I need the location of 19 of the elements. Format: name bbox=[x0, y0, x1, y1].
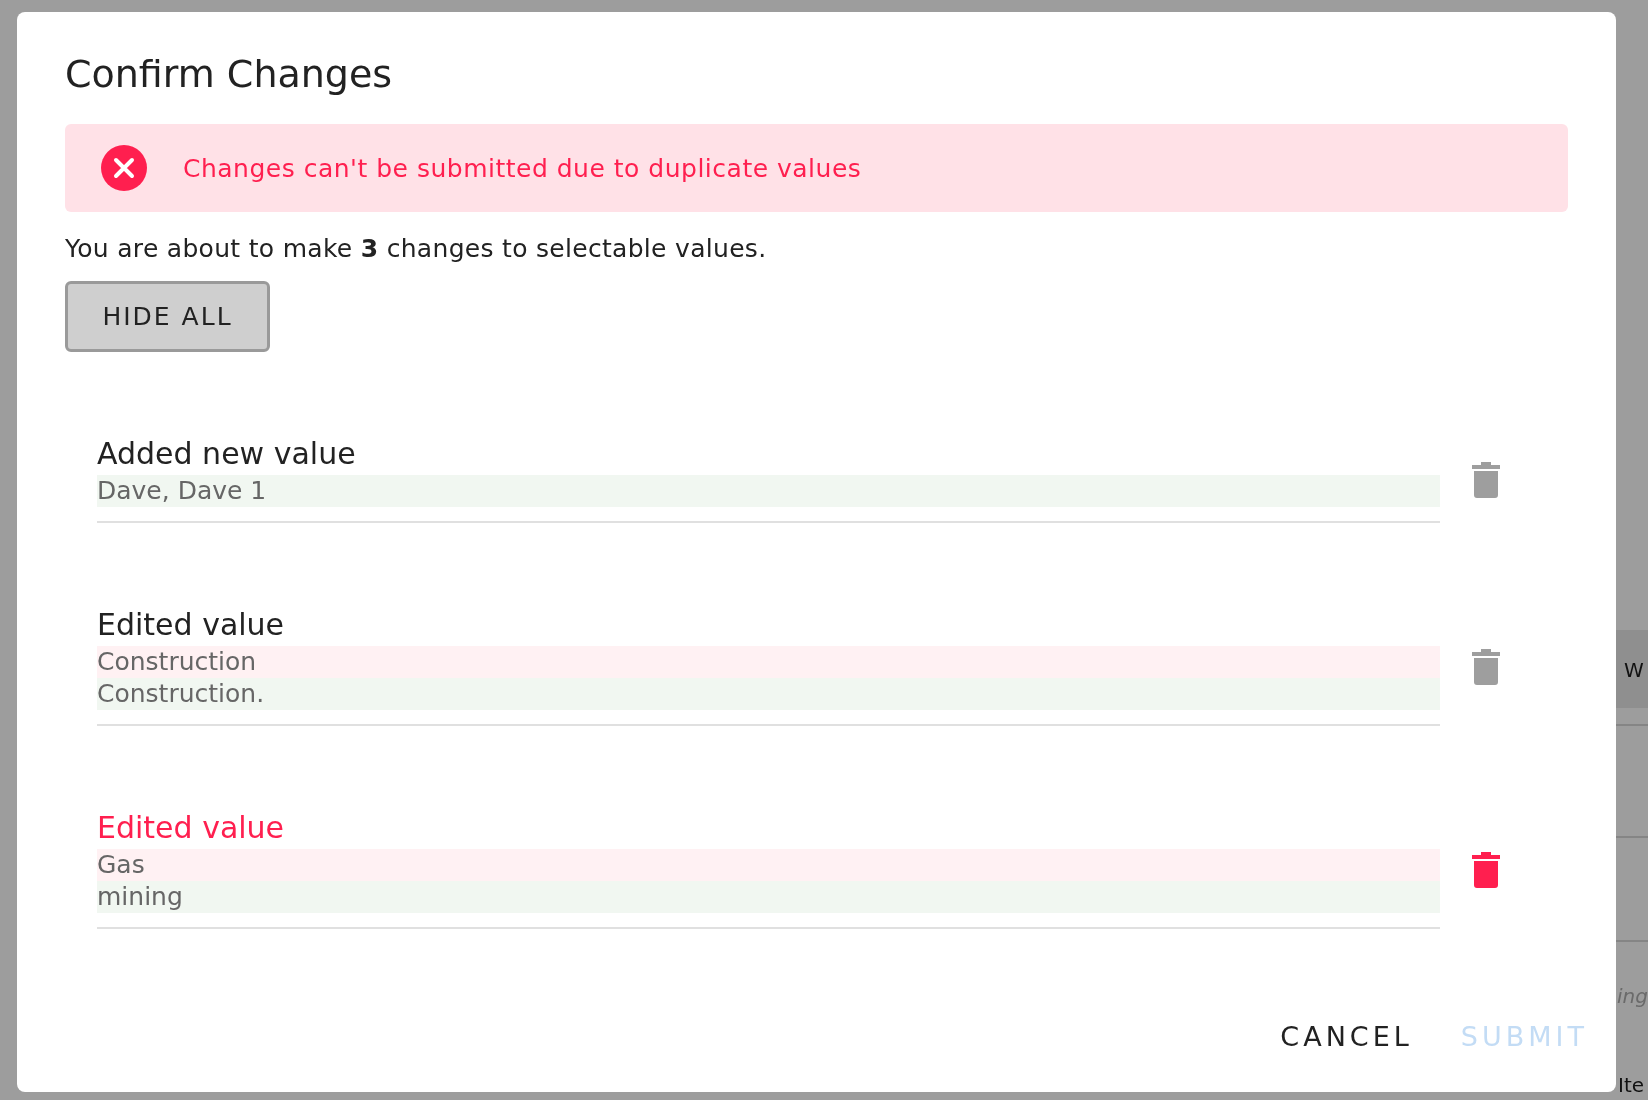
dialog-title: Confirm Changes bbox=[65, 52, 394, 96]
alert-message: Changes can't be submitted due to duplicate values bbox=[183, 153, 862, 183]
error-icon bbox=[101, 145, 147, 191]
cancel-button[interactable]: CANCEL bbox=[1264, 1013, 1429, 1060]
summary-text: You are about to make 3 changes to selectable values. bbox=[65, 234, 768, 263]
value-text: Construction bbox=[97, 646, 1440, 678]
change-label: Edited value bbox=[97, 607, 286, 642]
value-text: Gas bbox=[97, 849, 1440, 881]
background-text: W bbox=[1624, 658, 1644, 682]
value-text: Dave, Dave 1 bbox=[97, 475, 1440, 507]
value-text: Construction. bbox=[97, 678, 1440, 710]
trash-icon[interactable] bbox=[1472, 851, 1500, 888]
value-text: mining bbox=[97, 881, 1440, 913]
trash-icon[interactable] bbox=[1472, 461, 1500, 498]
change-label: Edited value bbox=[97, 810, 286, 845]
hide-all-button[interactable]: HIDE ALL bbox=[65, 281, 270, 352]
change-label: Added new value bbox=[97, 436, 357, 471]
trash-icon[interactable] bbox=[1472, 648, 1500, 685]
background-text: Ite bbox=[1618, 1073, 1645, 1097]
